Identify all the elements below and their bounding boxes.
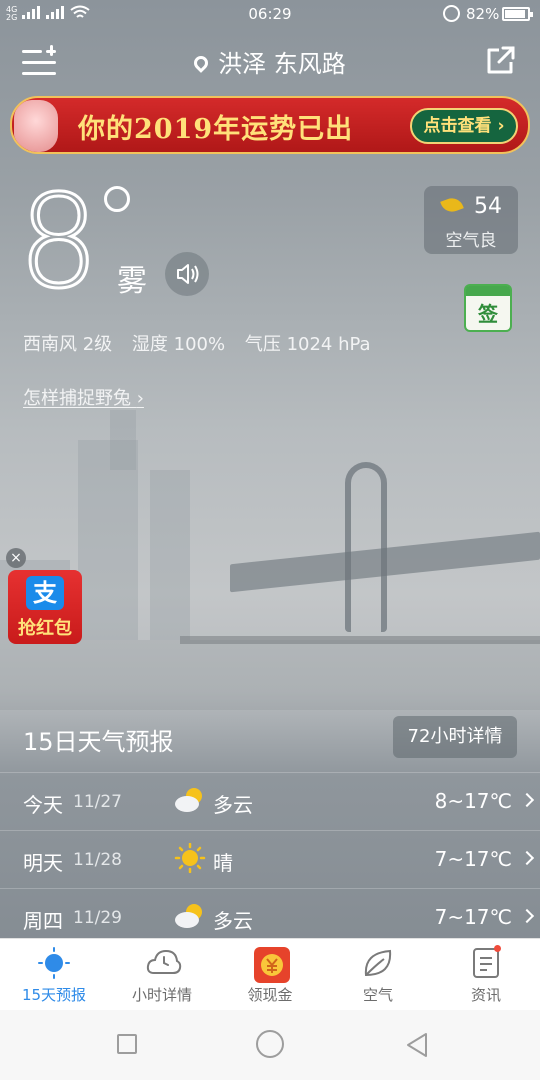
- sign-label: 签: [478, 302, 498, 326]
- forecast-range: 8~17℃: [434, 789, 512, 813]
- pig-mascot-icon: [14, 100, 58, 152]
- tip-text: 怎样捕捉野兔: [23, 388, 131, 409]
- battery-icon: [502, 7, 533, 21]
- bottom-nav: 15天预报 小时详情 领现金 空气 资讯: [0, 938, 540, 1010]
- tab-label: 空气: [362, 986, 393, 1004]
- pressure-info: 气压 1024 hPa: [244, 334, 371, 355]
- location-pin-icon: [191, 53, 212, 73]
- chevron-right-icon: [519, 850, 535, 866]
- forecast-row[interactable]: 今天 11/27 多云 8~17℃: [0, 772, 540, 830]
- forecast-date: 11/27: [73, 792, 122, 812]
- location-title[interactable]: 洪泽 东风路: [0, 44, 540, 79]
- air-quality-card[interactable]: 54 空气良: [424, 186, 518, 254]
- leaf-icon: [364, 949, 392, 977]
- banner-title: 你的2019年运势已出: [78, 114, 354, 145]
- degree-symbol-icon: [104, 186, 130, 212]
- alarm-icon: [443, 5, 460, 22]
- tab-label: 资讯: [470, 986, 501, 1004]
- recent-apps-button[interactable]: [117, 1034, 137, 1054]
- forecast-condition: 多云: [213, 793, 253, 817]
- red-packet-button[interactable]: 支 抢红包: [8, 570, 82, 644]
- share-icon[interactable]: [485, 44, 517, 76]
- forecast-title: 15日天气预报: [23, 728, 174, 756]
- daily-sign-button[interactable]: 签: [464, 284, 512, 332]
- cash-icon: [254, 947, 290, 983]
- tab-label: 15天预报: [21, 986, 87, 1004]
- chevron-right-icon: [519, 908, 535, 924]
- status-bar: 4G 2G 06:29 82%: [0, 0, 540, 28]
- location-label: 洪泽 东风路: [218, 50, 346, 78]
- calendar-top-icon: [466, 286, 510, 296]
- tab-get-cash[interactable]: 领现金: [216, 939, 324, 1011]
- leaf-icon: [440, 195, 464, 215]
- sunny-icon: [174, 843, 206, 873]
- banner-cta-arrow: ›: [497, 116, 505, 136]
- forecast-condition: 多云: [213, 909, 253, 933]
- forecast-day: 周四: [23, 909, 63, 933]
- humidity-info: 湿度 100%: [131, 334, 226, 355]
- weather-details: 西南风 2级 湿度 100% 气压 1024 hPa: [23, 330, 385, 356]
- tab-label: 小时详情: [131, 986, 192, 1004]
- cloud-clock-icon: [146, 949, 182, 974]
- notification-badge: [494, 945, 501, 952]
- tip-arrow: ›: [136, 388, 144, 409]
- forecast-date: 11/29: [73, 908, 122, 928]
- tab-air[interactable]: 空气: [324, 939, 432, 1011]
- current-condition: 雾: [117, 264, 147, 299]
- sun-icon: [38, 947, 70, 979]
- back-button[interactable]: [404, 1032, 430, 1058]
- banner-cta-label: 点击查看: [423, 116, 492, 136]
- forecast-range: 7~17℃: [434, 905, 512, 929]
- voice-broadcast-button[interactable]: [165, 252, 209, 296]
- forecast-row[interactable]: 明天 11/28 晴 7~17℃: [0, 830, 540, 888]
- banner-cta-button[interactable]: 点击查看 ›: [410, 108, 518, 144]
- fortune-banner[interactable]: 你的2019年运势已出 点击查看 ›: [10, 96, 530, 154]
- speaker-icon: [177, 264, 199, 284]
- aqi-value: 54: [474, 194, 502, 219]
- tab-hourly-detail[interactable]: 小时详情: [108, 939, 216, 1011]
- forecast-day: 今天: [23, 793, 63, 817]
- tip-link[interactable]: 怎样捕捉野兔 ›: [23, 384, 144, 410]
- tab-15day-forecast[interactable]: 15天预报: [0, 939, 108, 1011]
- red-packet-label: 抢红包: [18, 618, 72, 639]
- partly-cloudy-icon: [175, 904, 202, 928]
- tab-label: 领现金: [247, 986, 293, 1004]
- system-nav-bar: [0, 1010, 540, 1080]
- forecast-condition: 晴: [213, 851, 233, 875]
- home-button[interactable]: [256, 1030, 284, 1058]
- partly-cloudy-icon: [175, 788, 202, 812]
- alipay-icon: 支: [26, 576, 64, 610]
- forecast-date: 11/28: [73, 850, 122, 870]
- chevron-right-icon: [519, 792, 535, 808]
- current-temperature: 8: [16, 168, 100, 317]
- battery-percent: 82%: [466, 5, 500, 23]
- red-packet-close-button[interactable]: ×: [6, 548, 26, 568]
- aqi-label: 空气良: [445, 231, 497, 251]
- forecast-range: 7~17℃: [434, 847, 512, 871]
- forecast-day: 明天: [23, 851, 63, 875]
- tab-news[interactable]: 资讯: [432, 939, 540, 1011]
- wind-info: 西南风 2级: [23, 334, 113, 355]
- hourly-detail-button[interactable]: 72小时详情: [393, 716, 517, 758]
